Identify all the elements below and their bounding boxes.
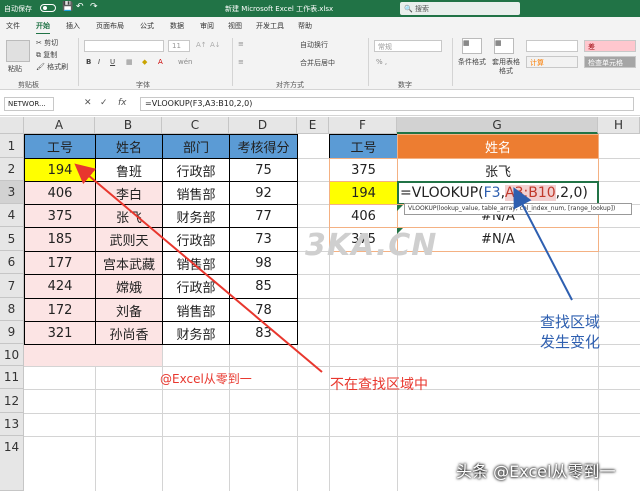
range-changed-annotation-line2: 发生变化 [540,333,601,351]
not-in-range-annotation: 不在查找区域中 [330,377,428,393]
range-changed-annotation-line1: 查找区域 [540,313,601,331]
author-annotation: @Excel从零到一 [160,372,252,386]
blue-arrow [513,187,573,301]
annotation-arrows [74,163,573,373]
footer-watermark: 头条 @Excel从零到一 [456,462,616,481]
red-arrow [74,163,323,373]
